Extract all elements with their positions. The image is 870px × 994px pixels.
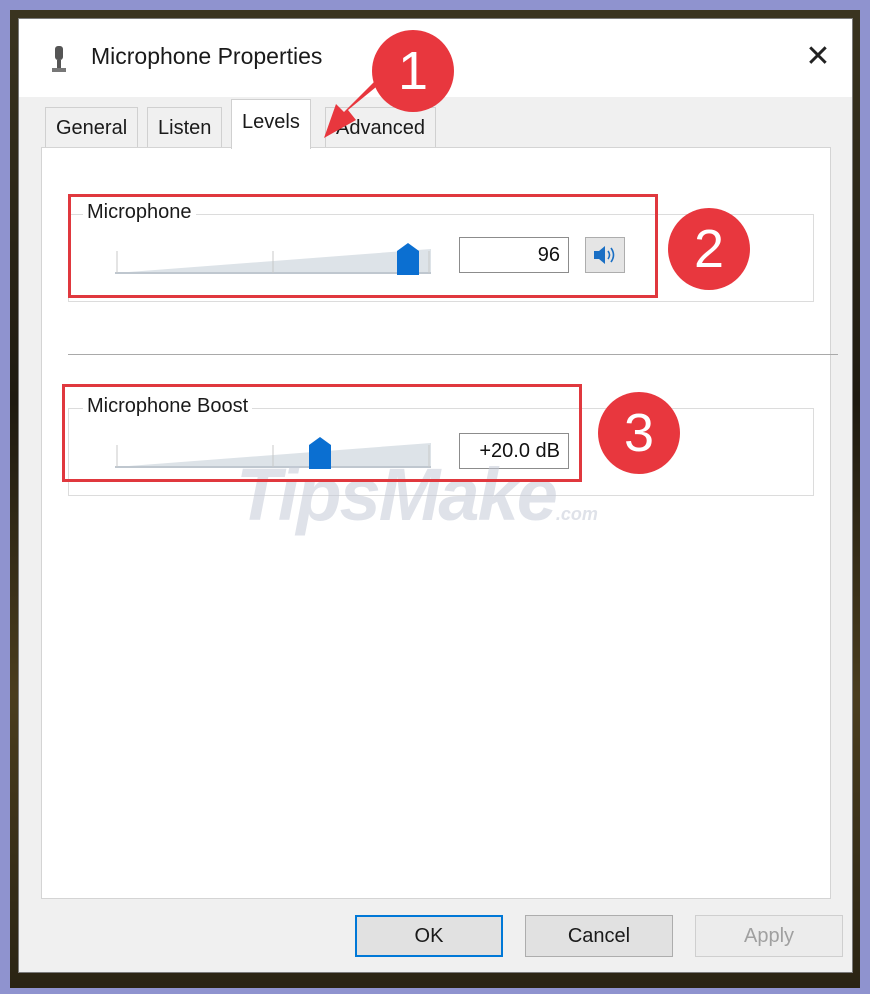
group-separator: [68, 354, 838, 355]
cancel-button[interactable]: Cancel: [525, 915, 673, 957]
annotation-badge-1: 1: [372, 30, 454, 112]
close-button[interactable]: ✕: [798, 37, 838, 77]
ok-button[interactable]: OK: [355, 915, 503, 957]
annotation-badge-3: 3: [598, 392, 680, 474]
annotation-box-microphone: [68, 194, 658, 298]
annotation-box-boost: [62, 384, 582, 482]
tab-listen[interactable]: Listen: [147, 107, 223, 147]
microphone-icon: [52, 46, 66, 72]
watermark-suffix: .com: [555, 504, 598, 524]
tab-levels[interactable]: Levels: [231, 99, 311, 149]
annotation-badge-2: 2: [668, 208, 750, 290]
window-title: Microphone Properties: [91, 43, 323, 69]
tab-general[interactable]: General: [45, 107, 139, 147]
apply-button[interactable]: Apply: [695, 915, 843, 957]
